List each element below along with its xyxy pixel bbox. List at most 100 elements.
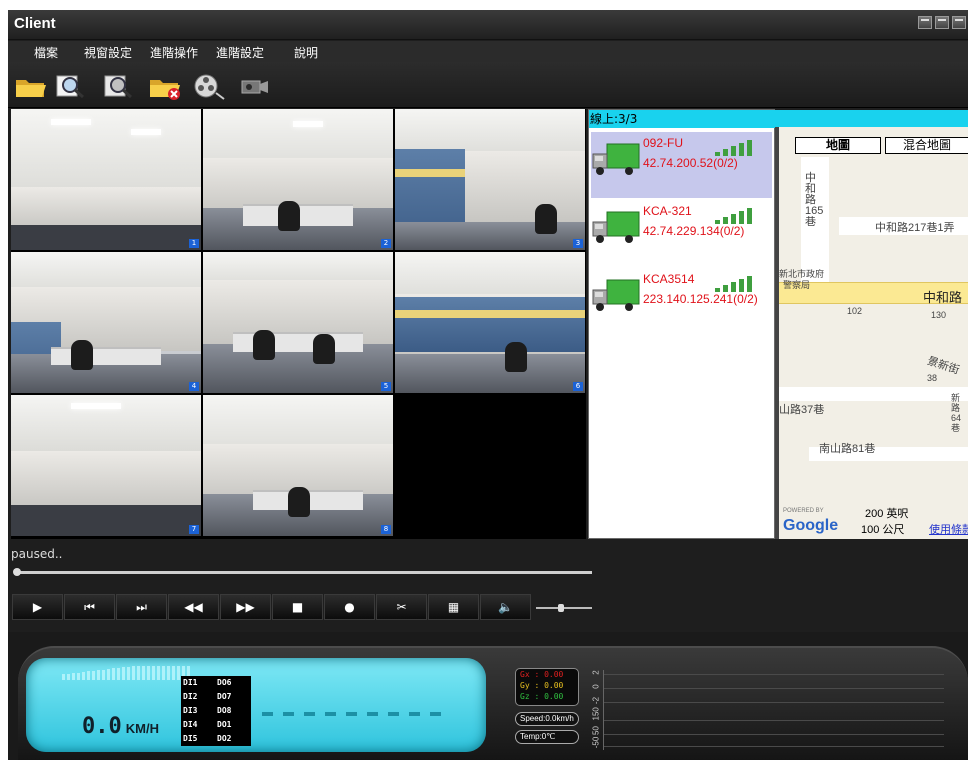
search-settings-button[interactable] <box>102 72 136 100</box>
skip-back-icon: ⏮ <box>84 599 95 614</box>
map-label: 130 <box>931 310 947 320</box>
vehicle-name: KCA-321 <box>643 204 692 218</box>
terms-link[interactable]: 使用條款 <box>929 521 968 537</box>
vehicle-name: KCA3514 <box>643 272 695 286</box>
speaker-icon: 🔈 <box>498 600 513 614</box>
prev-frame-button[interactable]: ⏮ <box>64 594 115 620</box>
speed-readout: 0.0 KM/H <box>82 714 159 739</box>
io-indicator: DO2 <box>217 734 232 743</box>
volume-slider[interactable] <box>536 604 592 612</box>
seek-knob[interactable] <box>13 568 21 576</box>
delete-folder-button[interactable] <box>148 72 182 100</box>
map-label: 中和路217巷1弄 <box>875 222 955 234</box>
minimize-button[interactable] <box>918 16 932 29</box>
film-reel-button[interactable] <box>192 72 226 100</box>
hybrid-map-button[interactable]: 混合地圖 <box>885 137 968 154</box>
map-panel[interactable]: 地圖 混合地圖 中和路165巷 中和路217巷1弄 新北市政府 警察局 中和路 … <box>775 127 968 539</box>
film-reel-icon <box>194 74 225 100</box>
signal-strength-icon <box>715 274 761 292</box>
io-indicator: DI4 <box>183 720 198 729</box>
scissors-icon: ✂ <box>396 600 407 614</box>
menu-window-settings[interactable]: 視窗設定 <box>84 44 132 61</box>
stop-button[interactable]: ■ <box>272 594 323 620</box>
io-indicator: DO1 <box>217 720 232 729</box>
record-icon: ● <box>344 600 355 614</box>
channel-badge: 6 <box>573 382 583 391</box>
google-logo: Google <box>783 517 839 534</box>
volume-knob[interactable] <box>558 604 565 612</box>
playback-controls: ▶ ⏮ ⏭ ◀◀ ▶▶ ■ ● ✂ ▦ 🔈 <box>12 594 544 622</box>
seek-bar[interactable] <box>13 568 592 576</box>
layout-button[interactable]: ▦ <box>428 594 479 620</box>
map-label: 山路37巷 <box>779 404 825 416</box>
speed-value: 0.0 <box>82 714 122 739</box>
next-frame-button[interactable]: ⏭ <box>116 594 167 620</box>
camera-view[interactable]: 8 <box>203 395 393 536</box>
channel-badge: 7 <box>189 525 199 534</box>
vehicle-item[interactable]: KCA-321 42.74.229.134(0/2) <box>591 200 772 266</box>
search-settings-icon <box>104 75 132 99</box>
sensor-chart: 2 0 -2 150 50 -50 <box>592 670 944 750</box>
map-label: 102 <box>847 306 863 316</box>
gz-value: Gz : 0.00 <box>520 692 564 701</box>
maximize-icon <box>938 19 946 26</box>
delete-folder-icon <box>150 80 180 100</box>
camera-view[interactable]: 5 <box>203 252 393 393</box>
chart-tick: 2 <box>591 670 601 675</box>
io-indicators: DI1 DI2 DI3 DI4 DI5 DO6 DO7 DO8 DO1 DO2 <box>181 676 251 746</box>
scale-meters: 100 公尺 <box>861 524 905 536</box>
io-indicator: DO6 <box>217 678 232 687</box>
playback-status: paused.. <box>11 547 63 561</box>
menu-advanced-settings[interactable]: 進階設定 <box>216 44 264 61</box>
camera-view[interactable]: 4 <box>11 252 201 393</box>
speed-unit: KM/H <box>125 721 159 736</box>
menu-help[interactable]: 說明 <box>294 44 318 61</box>
maximize-button[interactable] <box>935 16 949 29</box>
io-indicator: DI1 <box>183 678 198 687</box>
scale-feet: 200 英呎 <box>865 508 909 520</box>
camera-grid: 1 2 3 4 5 6 7 8 <box>11 109 586 539</box>
channel-badge: 8 <box>381 525 391 534</box>
map-button[interactable]: 地圖 <box>795 137 881 154</box>
chart-tick: -2 <box>591 696 601 705</box>
camera-view[interactable]: 7 <box>11 395 201 536</box>
mute-button[interactable]: 🔈 <box>480 594 531 620</box>
camera-view[interactable]: 6 <box>395 252 585 393</box>
chart-tick: 150 <box>591 707 601 721</box>
menu-bar: 檔案 視窗設定 進階操作 進階設定 說明 <box>8 41 968 62</box>
menu-file[interactable]: 檔案 <box>34 44 58 61</box>
vehicle-name: 092-FU <box>643 136 684 150</box>
record-button[interactable]: ● <box>324 594 375 620</box>
map-label: 38 <box>927 373 938 383</box>
camera-view[interactable]: 3 <box>395 109 585 250</box>
stop-icon: ■ <box>291 600 304 614</box>
map-label: 中和路 <box>923 290 963 305</box>
fast-forward-button[interactable]: ▶▶ <box>220 594 271 620</box>
play-button[interactable]: ▶ <box>12 594 63 620</box>
camera-view[interactable]: 1 <box>11 109 201 250</box>
rewind-button[interactable]: ◀◀ <box>168 594 219 620</box>
vehicle-item[interactable]: KCA3514 223.140.125.241(0/2) <box>591 268 772 334</box>
io-indicator: DI5 <box>183 734 198 743</box>
empty-camera-slot[interactable] <box>395 395 585 536</box>
close-button[interactable] <box>952 16 966 29</box>
vehicle-item[interactable]: 092-FU 42.74.200.52(0/2) <box>591 132 772 198</box>
signal-strength-icon <box>715 138 761 156</box>
channel-badge: 4 <box>189 382 199 391</box>
grid-icon: ▦ <box>447 600 460 614</box>
camera-button[interactable] <box>238 72 272 100</box>
temp-pill: Temp:0℃ <box>515 730 579 744</box>
channel-badge: 2 <box>381 239 391 248</box>
search-button[interactable] <box>54 72 88 100</box>
open-folder-icon <box>16 80 46 97</box>
rewind-icon: ◀◀ <box>184 600 203 614</box>
menu-advanced-operations[interactable]: 進階操作 <box>150 44 198 61</box>
open-folder-button[interactable] <box>14 72 48 100</box>
title-bar[interactable]: Client <box>8 10 968 40</box>
skip-forward-icon: ⏭ <box>136 599 147 614</box>
camera-view[interactable]: 2 <box>203 109 393 250</box>
snapshot-button[interactable]: ✂ <box>376 594 427 620</box>
play-icon: ▶ <box>32 600 43 614</box>
gy-value: Gy : 0.00 <box>520 681 564 690</box>
vehicle-list: 線上:3/3 092-FU 42.74.200.52(0/2) KCA-321 … <box>588 109 968 539</box>
